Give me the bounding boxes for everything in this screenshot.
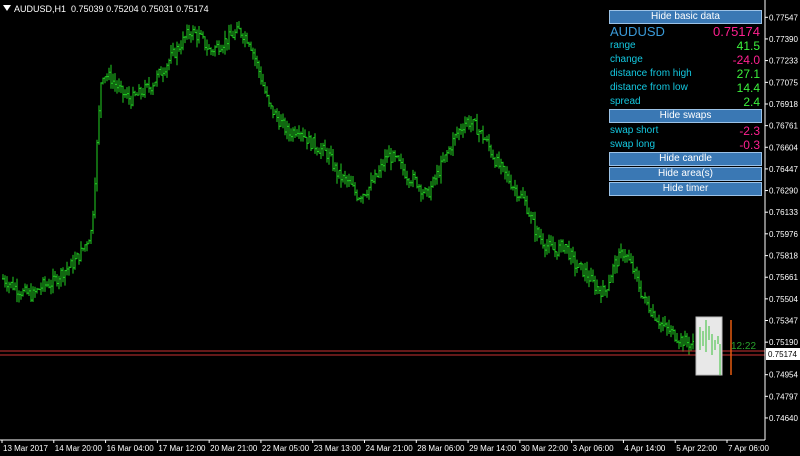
swap-short-row: swap short -2.3 [609, 124, 762, 138]
price-tag: 0.75174 [768, 350, 797, 359]
distance-low-value: 14.4 [736, 81, 760, 95]
hide-swaps-button[interactable]: Hide swaps [609, 109, 762, 123]
y-tick-label: 0.75976 [769, 230, 798, 239]
symbol-label: AUDUSD [610, 24, 665, 39]
swap-short-label: swap short [610, 125, 659, 136]
distance-high-row: distance from high 27.1 [609, 67, 762, 81]
y-tick-label: 0.75347 [769, 317, 798, 326]
symbol-row: AUDUSD 0.75174 [609, 25, 762, 39]
hide-candle-button[interactable]: Hide candle [609, 152, 762, 166]
change-value: -24.0 [732, 53, 760, 67]
x-tick-label: 7 Apr 06:00 [728, 444, 769, 453]
y-tick-label: 0.75504 [769, 295, 798, 304]
y-tick-label: 0.74797 [769, 392, 798, 401]
distance-high-label: distance from high [610, 68, 692, 79]
x-tick-label: 22 Mar 05:00 [262, 444, 310, 453]
y-tick-label: 0.75818 [769, 252, 798, 261]
info-panel: Hide basic data AUDUSD 0.75174 range 41.5… [609, 10, 762, 197]
y-tick-label: 0.76604 [769, 143, 798, 152]
y-tick-label: 0.76761 [769, 122, 798, 131]
chevron-down-icon[interactable] [3, 5, 11, 11]
candle-timer: 12:22 [731, 341, 757, 352]
y-tick-label: 0.75190 [769, 338, 798, 347]
x-tick-label: 17 Mar 12:00 [158, 444, 206, 453]
x-tick-label: 23 Mar 13:00 [314, 444, 362, 453]
x-tick-label: 5 Apr 22:00 [676, 444, 717, 453]
spread-row: spread 2.4 [609, 95, 762, 109]
x-tick-label: 16 Mar 04:00 [107, 444, 155, 453]
y-tick-label: 0.76133 [769, 208, 798, 217]
swap-short-value: -2.3 [739, 124, 760, 138]
price-value: 0.75174 [713, 24, 760, 39]
change-row: change -24.0 [609, 53, 762, 67]
spread-value: 2.4 [743, 95, 760, 109]
change-label: change [610, 54, 643, 65]
swap-long-label: swap long [610, 139, 656, 150]
range-row: range 41.5 [609, 39, 762, 53]
y-tick-label: 0.77075 [769, 78, 798, 87]
y-tick-label: 0.77547 [769, 13, 798, 22]
x-tick-label: 14 Mar 20:00 [55, 444, 103, 453]
x-tick-label: 13 Mar 2017 [3, 444, 48, 453]
distance-high-value: 27.1 [736, 67, 760, 81]
spread-label: spread [610, 96, 641, 107]
x-tick-label: 3 Apr 06:00 [573, 444, 614, 453]
distance-low-label: distance from low [610, 82, 688, 93]
swap-long-row: swap long -0.3 [609, 138, 762, 152]
price-bars [2, 21, 694, 355]
y-tick-label: 0.77390 [769, 35, 798, 44]
y-tick-label: 0.74640 [769, 414, 798, 423]
hide-areas-button[interactable]: Hide area(s) [609, 167, 762, 181]
x-tick-label: 20 Mar 21:00 [210, 444, 258, 453]
y-tick-label: 0.76918 [769, 100, 798, 109]
range-label: range [610, 40, 636, 51]
chart-header: AUDUSD,H1 0.75039 0.75204 0.75031 0.7517… [3, 4, 209, 14]
x-tick-label: 30 Mar 22:00 [521, 444, 569, 453]
symbol-timeframe: AUDUSD,H1 [14, 4, 67, 14]
hide-basic-data-button[interactable]: Hide basic data [609, 10, 762, 24]
x-tick-label: 29 Mar 14:00 [469, 444, 517, 453]
x-tick-label: 24 Mar 21:00 [366, 444, 414, 453]
y-tick-label: 0.76447 [769, 165, 798, 174]
range-value: 41.5 [736, 39, 760, 53]
y-tick-label: 0.74954 [769, 371, 798, 380]
swap-long-value: -0.3 [739, 138, 760, 152]
x-tick-label: 28 Mar 06:00 [417, 444, 465, 453]
x-tick-label: 4 Apr 14:00 [624, 444, 665, 453]
y-tick-label: 0.76290 [769, 187, 798, 196]
distance-low-row: distance from low 14.4 [609, 81, 762, 95]
hide-timer-button[interactable]: Hide timer [609, 182, 762, 196]
ohlc-values: 0.75039 0.75204 0.75031 0.75174 [71, 4, 209, 14]
y-tick-label: 0.75661 [769, 273, 798, 282]
y-tick-label: 0.77233 [769, 57, 798, 66]
